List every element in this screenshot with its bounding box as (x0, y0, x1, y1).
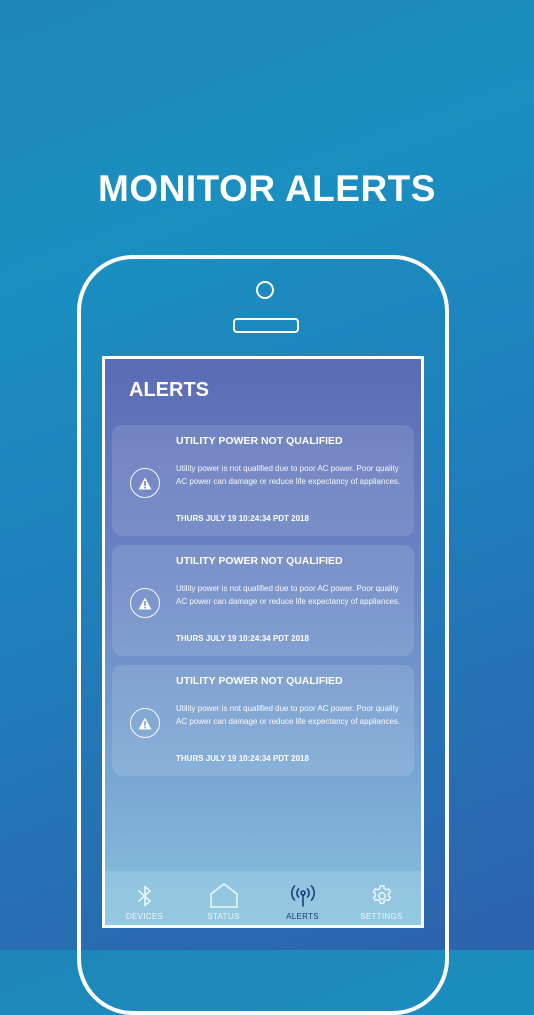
bluetooth-icon (137, 885, 151, 907)
alert-card[interactable]: UTILITY POWER NOT QUALIFIED Utility powe… (112, 545, 414, 656)
warning-icon (130, 588, 160, 618)
alert-title: UTILITY POWER NOT QUALIFIED (176, 555, 343, 567)
alert-card[interactable]: UTILITY POWER NOT QUALIFIED Utility powe… (112, 425, 414, 536)
headline: MONITOR ALERTS (98, 168, 436, 209)
alert-timestamp: THURS JULY 19 10:24:34 PDT 2018 (176, 514, 309, 523)
gear-icon (372, 885, 391, 905)
alert-title: UTILITY POWER NOT QUALIFIED (176, 675, 343, 687)
tab-devices[interactable]: DEVICES (105, 871, 184, 925)
alert-title: UTILITY POWER NOT QUALIFIED (176, 435, 343, 447)
alert-body: Utility power is not qualified due to po… (176, 704, 401, 726)
alerts-list: UTILITY POWER NOT QUALIFIED Utility powe… (112, 425, 414, 785)
alert-body: Utility power is not qualified due to po… (176, 464, 401, 486)
warning-icon (130, 468, 160, 498)
house-icon (209, 883, 238, 908)
alert-card[interactable]: UTILITY POWER NOT QUALIFIED Utility powe… (112, 665, 414, 776)
phone-camera (256, 281, 274, 299)
tab-alerts[interactable]: ALERTS (263, 871, 342, 925)
antenna-icon (290, 885, 315, 907)
alert-body: Utility power is not qualified due to po… (176, 584, 401, 606)
tab-bar: DEVICES STATUS ALERTS SETTINGS (105, 871, 421, 925)
phone-speaker (233, 318, 299, 333)
warning-icon (130, 708, 160, 738)
tab-status[interactable]: STATUS (184, 871, 263, 925)
page-title: ALERTS (129, 379, 209, 401)
tab-label: STATUS (207, 912, 240, 921)
phone-screen: ALERTS UTILITY POWER NOT QUALIFIED Utili… (102, 356, 424, 928)
tab-label: DEVICES (125, 912, 164, 921)
alert-timestamp: THURS JULY 19 10:24:34 PDT 2018 (176, 754, 309, 763)
tab-settings[interactable]: SETTINGS (342, 871, 421, 925)
tab-label: SETTINGS (360, 912, 403, 921)
alert-timestamp: THURS JULY 19 10:24:34 PDT 2018 (176, 634, 309, 643)
tab-label: ALERTS (286, 912, 319, 921)
